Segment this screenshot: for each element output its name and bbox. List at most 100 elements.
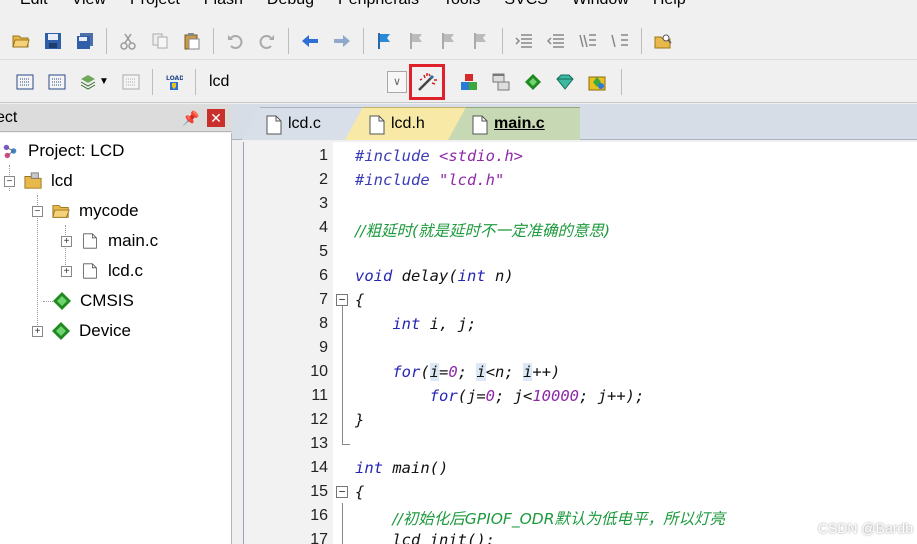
prev-bookmark-button[interactable]: [404, 28, 430, 54]
tab-main-c[interactable]: main.c: [448, 107, 580, 140]
copy-button[interactable]: [147, 28, 173, 54]
project-panel-title: ect: [0, 108, 18, 126]
cut-button[interactable]: [115, 28, 141, 54]
find-in-files-button[interactable]: [650, 28, 676, 54]
flag-clear-icon: [474, 32, 486, 49]
code-token: {: [355, 483, 365, 501]
code-line: 13: [244, 432, 917, 456]
pin-icon[interactable]: 📌: [182, 110, 199, 126]
bookmark-button[interactable]: [372, 28, 398, 54]
tree-item-target[interactable]: − lcd: [4, 166, 73, 196]
tree-item-file[interactable]: + main.c: [61, 226, 158, 256]
redo-button[interactable]: [254, 28, 280, 54]
code-line: 11 for(j=0; j<10000; j++);: [244, 384, 917, 408]
uncomment-button[interactable]: [607, 28, 633, 54]
file-icon: [266, 115, 282, 135]
tree-item-group[interactable]: − mycode: [32, 196, 139, 226]
undo-button[interactable]: [222, 28, 248, 54]
menu-svcs[interactable]: SVCS: [504, 0, 548, 9]
target-select[interactable]: lcd ∨: [209, 69, 409, 95]
expand-toggle[interactable]: +: [61, 235, 72, 247]
download-button[interactable]: LOAD: [161, 69, 187, 95]
clipboard-icon: [184, 32, 200, 49]
build-button[interactable]: [44, 69, 70, 95]
expand-toggle[interactable]: +: [32, 325, 43, 337]
code-comment: //初始化后GPIOF_ODR默认为低电平，所以灯亮: [392, 510, 725, 528]
navigate-forward-button[interactable]: [329, 28, 355, 54]
menu-peripherals[interactable]: Peripherals: [338, 0, 419, 9]
open-file-button[interactable]: [8, 28, 34, 54]
manage-components-button[interactable]: [456, 69, 482, 95]
magic-wand-icon: [418, 72, 437, 91]
save-button[interactable]: [40, 28, 66, 54]
collapse-toggle[interactable]: −: [4, 175, 15, 187]
file-extensions-button[interactable]: [488, 69, 514, 95]
pack-installer-icon: [588, 76, 606, 90]
close-icon[interactable]: ✕: [207, 109, 225, 127]
code-token: i, j;: [420, 315, 477, 333]
pack-installer-button[interactable]: [584, 69, 610, 95]
file-icon: [369, 115, 385, 135]
save-all-button[interactable]: [72, 28, 98, 54]
code-token: {: [355, 291, 365, 309]
code-editor[interactable]: 1 #include <stdio.h> 2 #include "lcd.h" …: [243, 142, 917, 544]
collapse-toggle[interactable]: −: [32, 205, 43, 217]
fold-toggle[interactable]: −: [336, 294, 348, 306]
code-token: 0: [448, 363, 458, 381]
code-token: (: [420, 363, 430, 381]
menu-project[interactable]: Project: [130, 0, 180, 9]
tab-label: main.c: [494, 115, 545, 132]
menu-debug[interactable]: Debug: [267, 0, 314, 9]
options-for-target-button[interactable]: [409, 63, 445, 100]
translate-button[interactable]: [12, 69, 38, 95]
project-tree: Project: LCD − lcd − mycode + main.c + l…: [0, 133, 232, 544]
menu-edit[interactable]: Edit: [20, 0, 48, 9]
toolbar-separator: [106, 27, 107, 54]
line-number: 7: [319, 291, 328, 308]
menu-window[interactable]: Window: [572, 0, 629, 9]
tree-item-label: lcd.c: [108, 261, 143, 280]
build-icon: [48, 74, 66, 89]
menu-view[interactable]: View: [72, 0, 106, 9]
code-line: 10 for(i=0; i<n; i++): [244, 360, 917, 384]
code-comment: //粗延时(就是延时不一定准确的意思): [355, 222, 611, 240]
manage-rte-button[interactable]: [520, 69, 546, 95]
batch-build-button[interactable]: [118, 69, 144, 95]
code-token: int: [457, 267, 486, 285]
code-token: #include: [355, 171, 439, 189]
next-bookmark-button[interactable]: [436, 28, 462, 54]
line-number: 10: [310, 363, 328, 380]
tree-item-cmsis[interactable]: CMSIS: [52, 286, 134, 316]
menu-flash[interactable]: Flash: [204, 0, 243, 9]
line-number: 16: [310, 507, 328, 524]
expand-toggle[interactable]: +: [61, 265, 72, 277]
indent-button[interactable]: [511, 28, 537, 54]
menu-tools[interactable]: Tools: [443, 0, 480, 9]
svg-text:LOAD: LOAD: [166, 75, 183, 82]
tree-item-file[interactable]: + lcd.c: [61, 256, 143, 286]
code-line: 14 int main(): [244, 456, 917, 480]
tree-item-project[interactable]: Project: LCD: [0, 136, 124, 166]
target-select-dropdown[interactable]: ∨: [387, 70, 407, 93]
save-icon: [45, 32, 61, 49]
tree-item-label: main.c: [108, 231, 159, 250]
code-line: 7 − {: [244, 288, 917, 312]
code-line: 9: [244, 336, 917, 360]
comment-button[interactable]: [575, 28, 601, 54]
scissors-icon: [120, 33, 136, 50]
toolbar-separator: [152, 68, 153, 95]
toolbar-separator: [621, 68, 622, 95]
fold-toggle[interactable]: −: [336, 486, 348, 498]
paste-button[interactable]: [179, 28, 205, 54]
select-pack-button[interactable]: [552, 69, 578, 95]
comment-lines-icon: [579, 33, 596, 47]
rebuild-button[interactable]: ▼: [76, 69, 112, 95]
code-token: =: [439, 363, 449, 381]
navigate-back-button[interactable]: [297, 28, 323, 54]
unindent-icon: [547, 33, 564, 48]
unindent-button[interactable]: [543, 28, 569, 54]
menu-help[interactable]: Help: [653, 0, 686, 9]
tree-item-device[interactable]: + Device: [32, 316, 131, 346]
folder-open-icon: [51, 201, 71, 221]
clear-bookmarks-button[interactable]: [468, 28, 494, 54]
